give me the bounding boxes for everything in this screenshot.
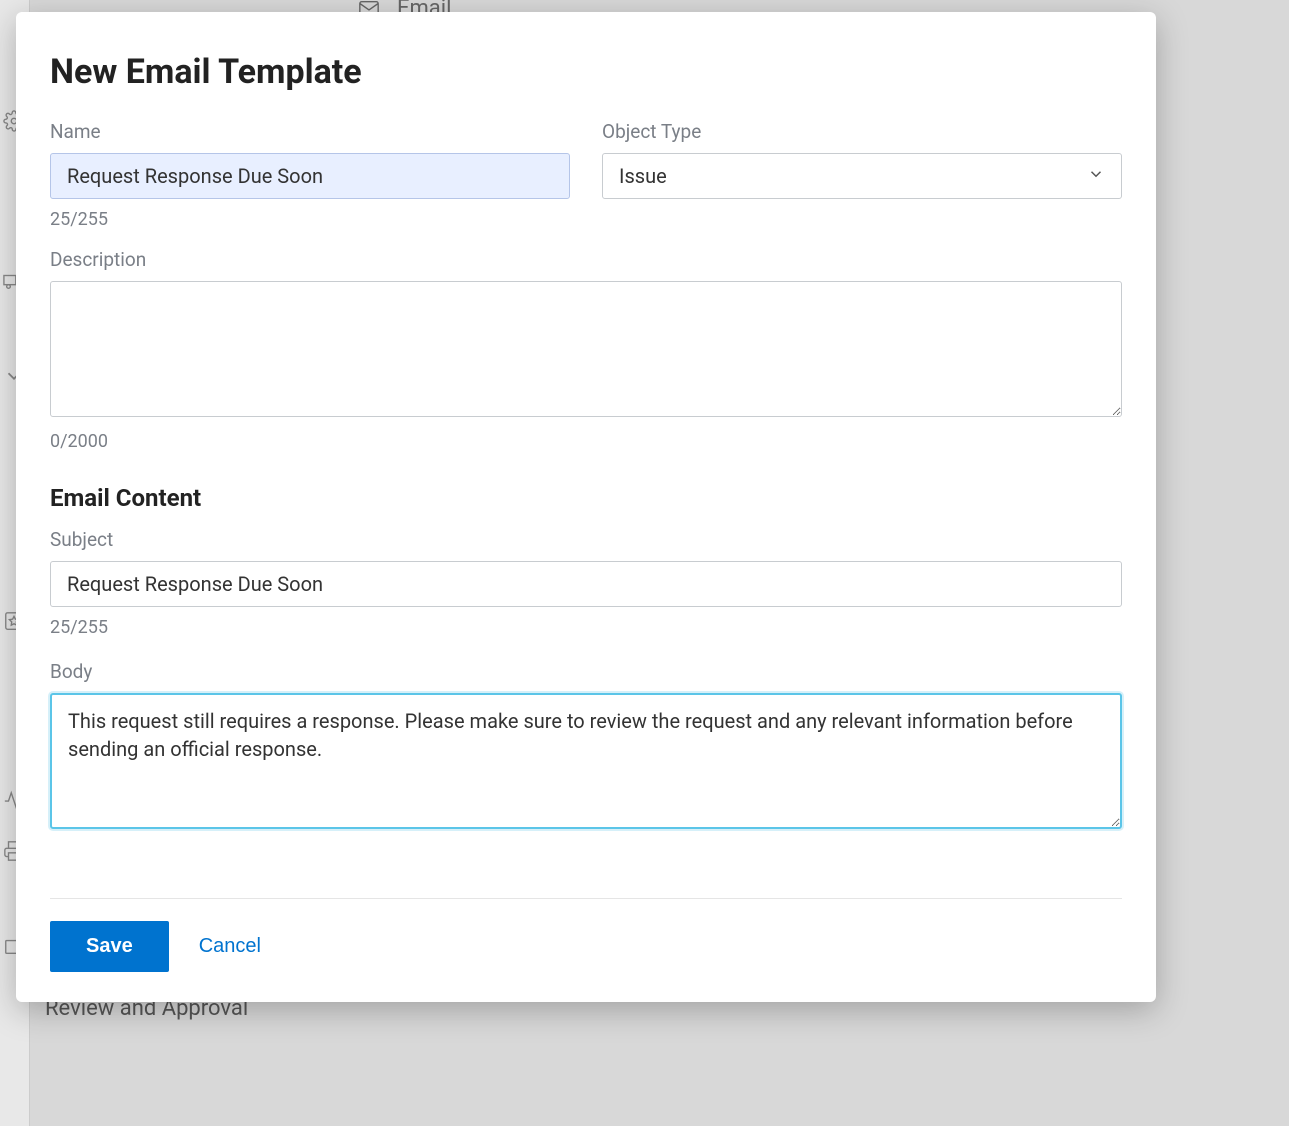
cancel-button[interactable]: Cancel xyxy=(199,935,261,958)
object-type-label: Object Type xyxy=(602,120,1122,143)
description-textarea[interactable] xyxy=(50,281,1122,417)
subject-label: Subject xyxy=(50,528,1122,551)
object-type-value: Issue xyxy=(619,164,667,188)
email-content-heading: Email Content xyxy=(50,484,1122,512)
modal-footer: Save Cancel xyxy=(50,898,1122,972)
body-label: Body xyxy=(50,660,1122,683)
name-label: Name xyxy=(50,120,570,143)
name-counter: 25/255 xyxy=(50,209,570,230)
new-email-template-modal: New Email Template Name 25/255 Object Ty… xyxy=(16,12,1156,1002)
description-counter: 0/2000 xyxy=(50,431,1122,452)
subject-counter: 25/255 xyxy=(50,617,1122,638)
modal-title: New Email Template xyxy=(50,52,1122,92)
object-type-select[interactable]: Issue xyxy=(602,153,1122,199)
chevron-down-icon xyxy=(1087,164,1105,188)
save-button[interactable]: Save xyxy=(50,921,169,972)
name-input[interactable] xyxy=(50,153,570,199)
body-textarea[interactable] xyxy=(50,693,1122,829)
description-label: Description xyxy=(50,248,1122,271)
subject-input[interactable] xyxy=(50,561,1122,607)
